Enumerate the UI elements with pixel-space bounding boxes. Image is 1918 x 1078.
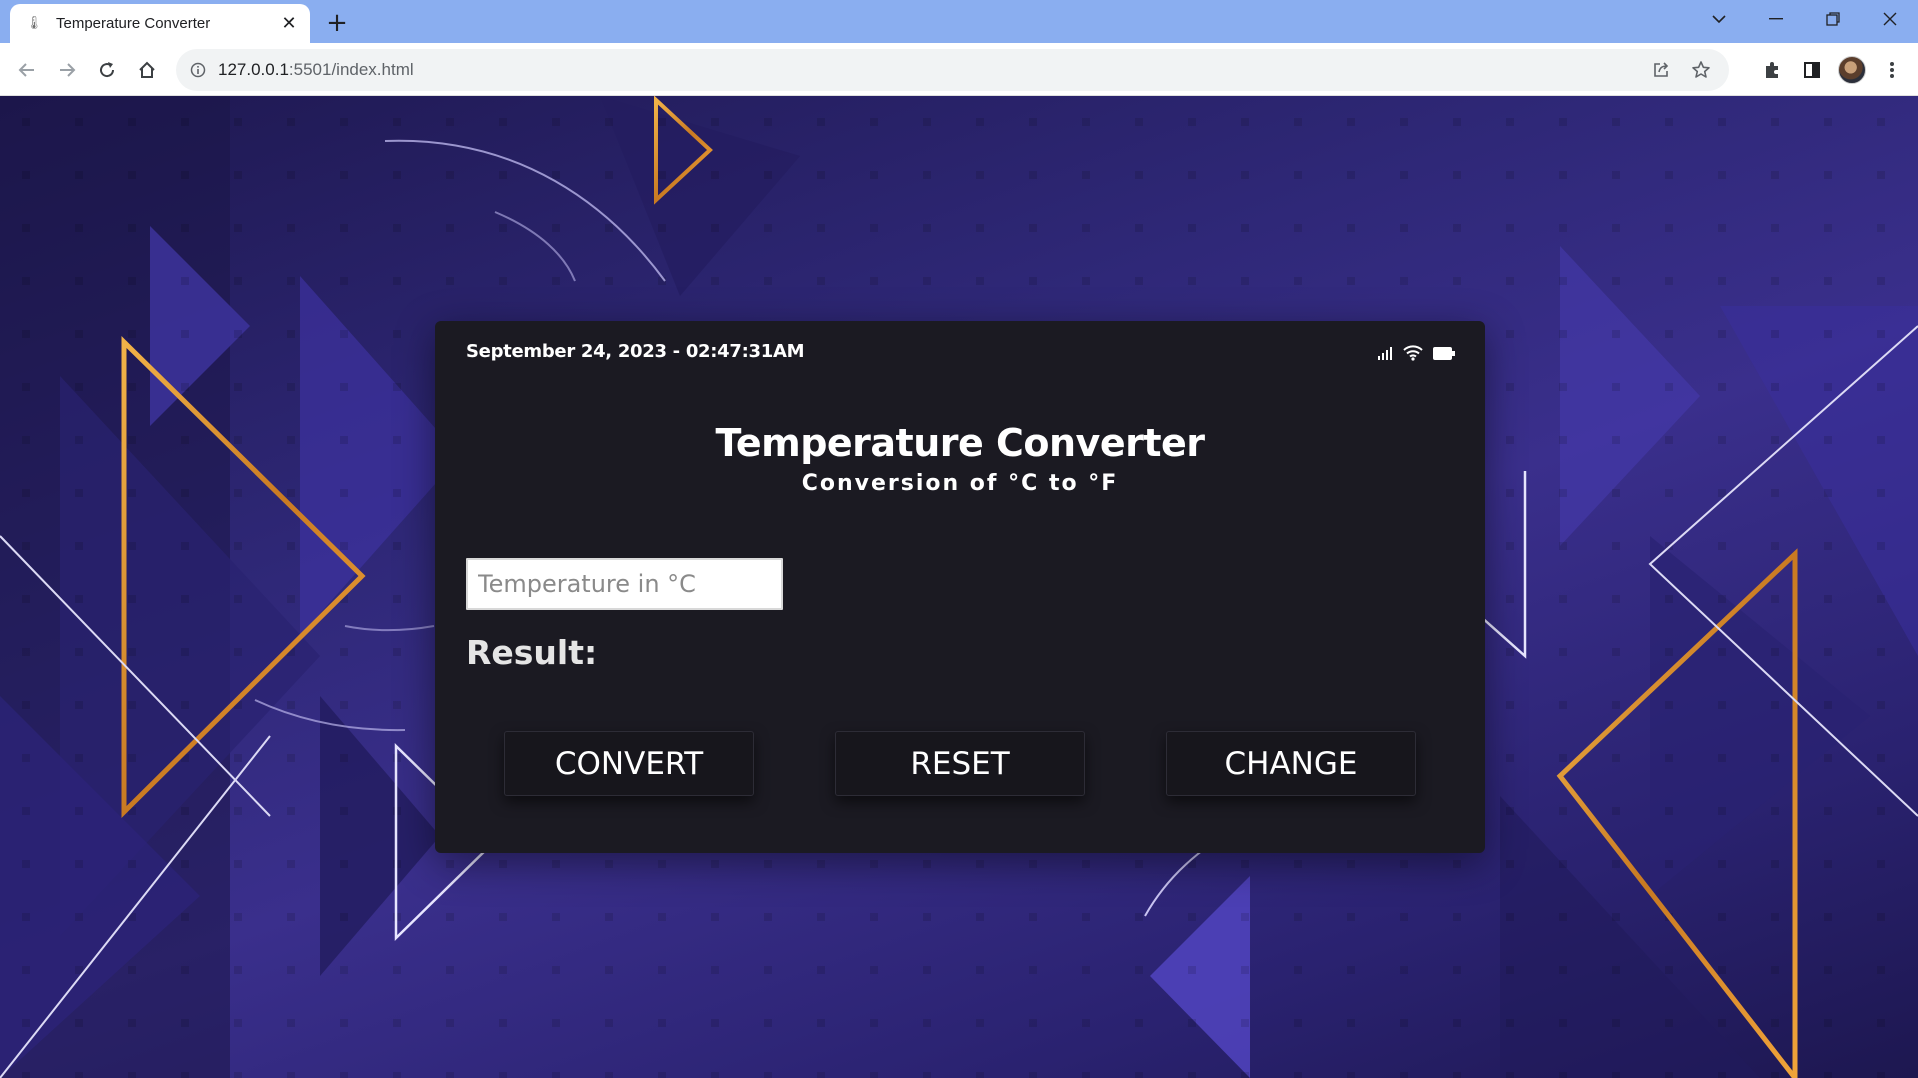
browser-toolbar: 127.0.0.1:5501/index.html bbox=[0, 43, 1918, 96]
result-label: Result: bbox=[466, 633, 598, 672]
profile-avatar[interactable] bbox=[1832, 43, 1872, 96]
url-path: :5501/index.html bbox=[288, 60, 414, 79]
battery-icon bbox=[1433, 346, 1455, 360]
url-text[interactable]: 127.0.0.1:5501/index.html bbox=[218, 60, 414, 80]
home-icon[interactable] bbox=[132, 55, 162, 85]
change-button[interactable]: CHANGE bbox=[1166, 731, 1416, 796]
browser-tab[interactable]: 🌡 Temperature Converter ✕ bbox=[10, 4, 310, 43]
new-tab-button[interactable]: + bbox=[322, 8, 352, 38]
restore-button[interactable] bbox=[1804, 0, 1861, 38]
site-info-icon[interactable] bbox=[178, 49, 218, 91]
temperature-input[interactable] bbox=[466, 558, 783, 610]
reset-button[interactable]: RESET bbox=[835, 731, 1085, 796]
avatar bbox=[1838, 55, 1866, 84]
url-host: 127.0.0.1 bbox=[218, 60, 289, 79]
side-panel-icon[interactable] bbox=[1792, 43, 1832, 96]
close-window-button[interactable] bbox=[1861, 0, 1918, 38]
converter-card: September 24, 2023 - 02:47:31AM Temperat… bbox=[435, 321, 1485, 853]
window-controls bbox=[1690, 0, 1918, 38]
wifi-icon bbox=[1403, 345, 1423, 361]
back-arrow-icon[interactable] bbox=[12, 55, 42, 85]
forward-arrow-icon[interactable] bbox=[52, 55, 82, 85]
current-datetime: September 24, 2023 - 02:47:31AM bbox=[466, 341, 805, 362]
browser-menu-icon[interactable] bbox=[1872, 43, 1912, 96]
address-bar[interactable]: 127.0.0.1:5501/index.html bbox=[176, 49, 1729, 91]
share-icon[interactable] bbox=[1641, 49, 1681, 91]
convert-button[interactable]: CONVERT bbox=[504, 731, 754, 796]
page-title: Temperature Converter bbox=[715, 421, 1205, 465]
reload-icon[interactable] bbox=[92, 55, 122, 85]
minimize-button[interactable] bbox=[1747, 0, 1804, 38]
page-subtitle: Conversion of °C to °F bbox=[801, 471, 1119, 496]
page-favicon-icon: 🌡 bbox=[25, 16, 43, 31]
status-icons bbox=[1377, 345, 1455, 361]
browser-tab-strip: 🌡 Temperature Converter ✕ + bbox=[0, 0, 1918, 43]
tab-search-chevron-icon[interactable] bbox=[1690, 0, 1747, 38]
signal-icon bbox=[1378, 347, 1392, 360]
bookmark-star-icon[interactable] bbox=[1681, 49, 1721, 91]
page-viewport: September 24, 2023 - 02:47:31AM Temperat… bbox=[0, 96, 1918, 1078]
extensions-puzzle-icon[interactable] bbox=[1752, 43, 1792, 96]
tab-title: Temperature Converter bbox=[56, 15, 211, 32]
tab-close-icon[interactable]: ✕ bbox=[278, 13, 300, 35]
